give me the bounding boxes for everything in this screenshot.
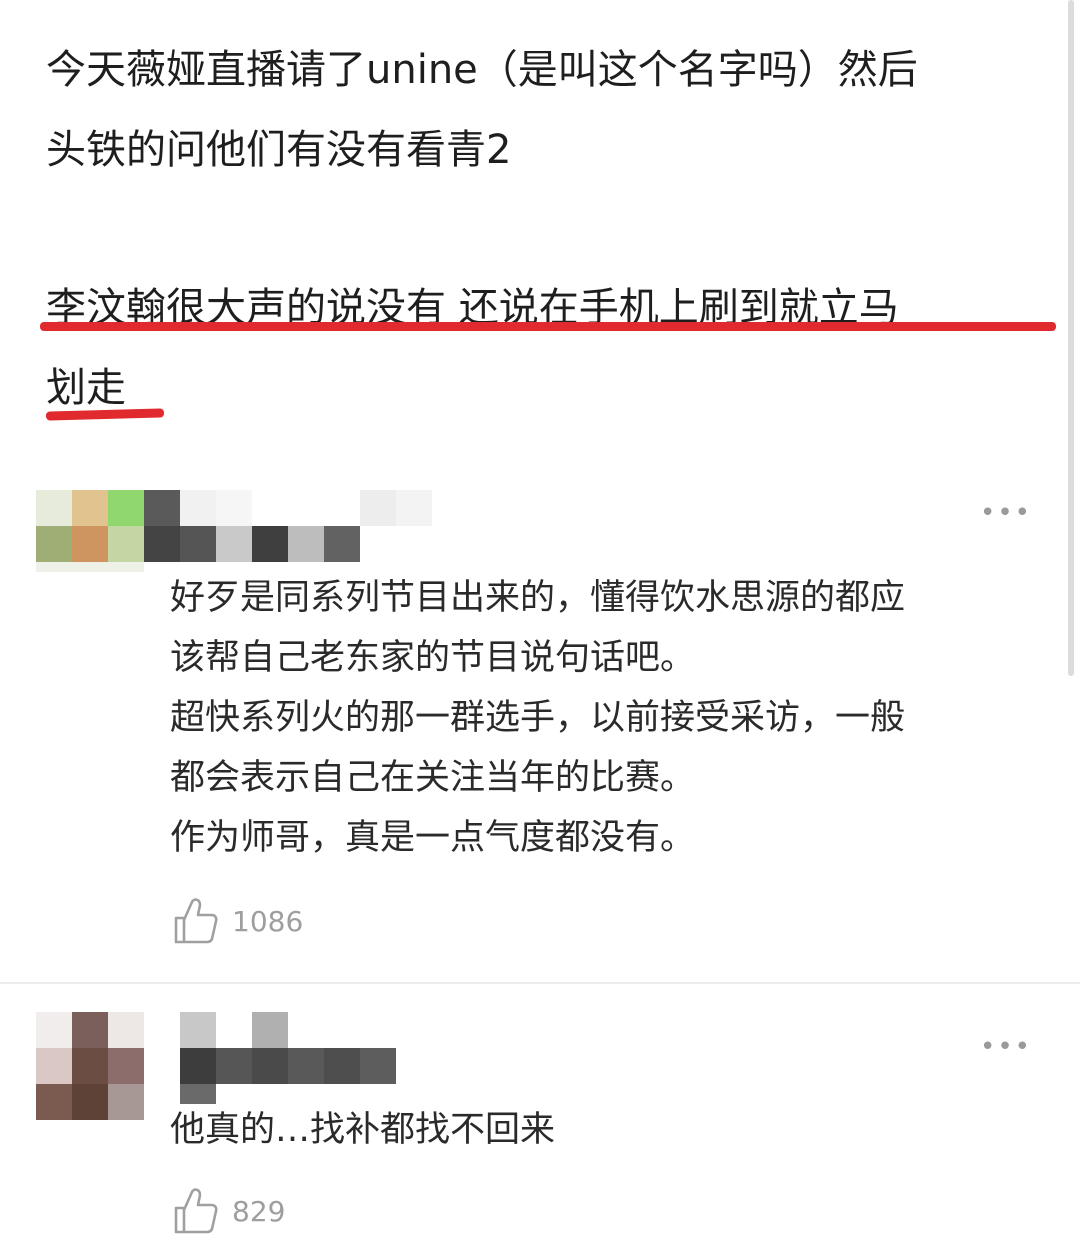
thumbs-up-icon: [174, 1188, 218, 1234]
more-options-icon[interactable]: •••: [980, 498, 1032, 528]
like-count: 829: [232, 1194, 286, 1228]
thumbs-up-icon: [174, 898, 218, 944]
comment-divider: [0, 982, 1080, 984]
post-line: 今天薇娅直播请了unine（是叫这个名字吗）然后: [46, 47, 918, 93]
comment-line: 都会表示自己在关注当年的比赛。: [170, 758, 696, 798]
post-line: 头铁的问他们有没有看青2: [46, 127, 512, 173]
red-underline: [40, 322, 1056, 331]
post-line-highlighted: 李汶翰很大声的说没有 还说在手机上刷到就立马: [46, 285, 899, 331]
more-options-icon[interactable]: •••: [980, 1032, 1032, 1062]
post-body: 今天薇娅直播请了unine（是叫这个名字吗）然后 头铁的问他们有没有看青2 李汶…: [46, 30, 1046, 428]
comment-line: 他真的…找补都找不回来: [170, 1110, 556, 1150]
comment-line: 超快系列火的那一群选手，以前接受采访，一般: [170, 698, 906, 738]
comment: ••• 好歹是同系列节目出来的，懂得饮水思源的都应 该帮自己老东家的节目说句话吧…: [0, 468, 1080, 980]
comment-line: 好歹是同系列节目出来的，懂得饮水思源的都应: [170, 578, 906, 618]
like-count: 1086: [232, 904, 304, 938]
comment-text: 好歹是同系列节目出来的，懂得饮水思源的都应 该帮自己老东家的节目说句话吧。 超快…: [170, 568, 1030, 868]
comment-text: 他真的…找补都找不回来: [170, 1100, 1030, 1160]
post-line-highlighted: 划走: [46, 365, 126, 411]
like-button[interactable]: 1086: [172, 896, 303, 946]
comment: ••• 他真的…找补都找不回来 829: [0, 1000, 1080, 1257]
comment-line: 作为师哥，真是一点气度都没有。: [170, 818, 696, 858]
comment-line: 该帮自己老东家的节目说句话吧。: [170, 638, 696, 678]
like-button[interactable]: 829: [172, 1186, 285, 1236]
